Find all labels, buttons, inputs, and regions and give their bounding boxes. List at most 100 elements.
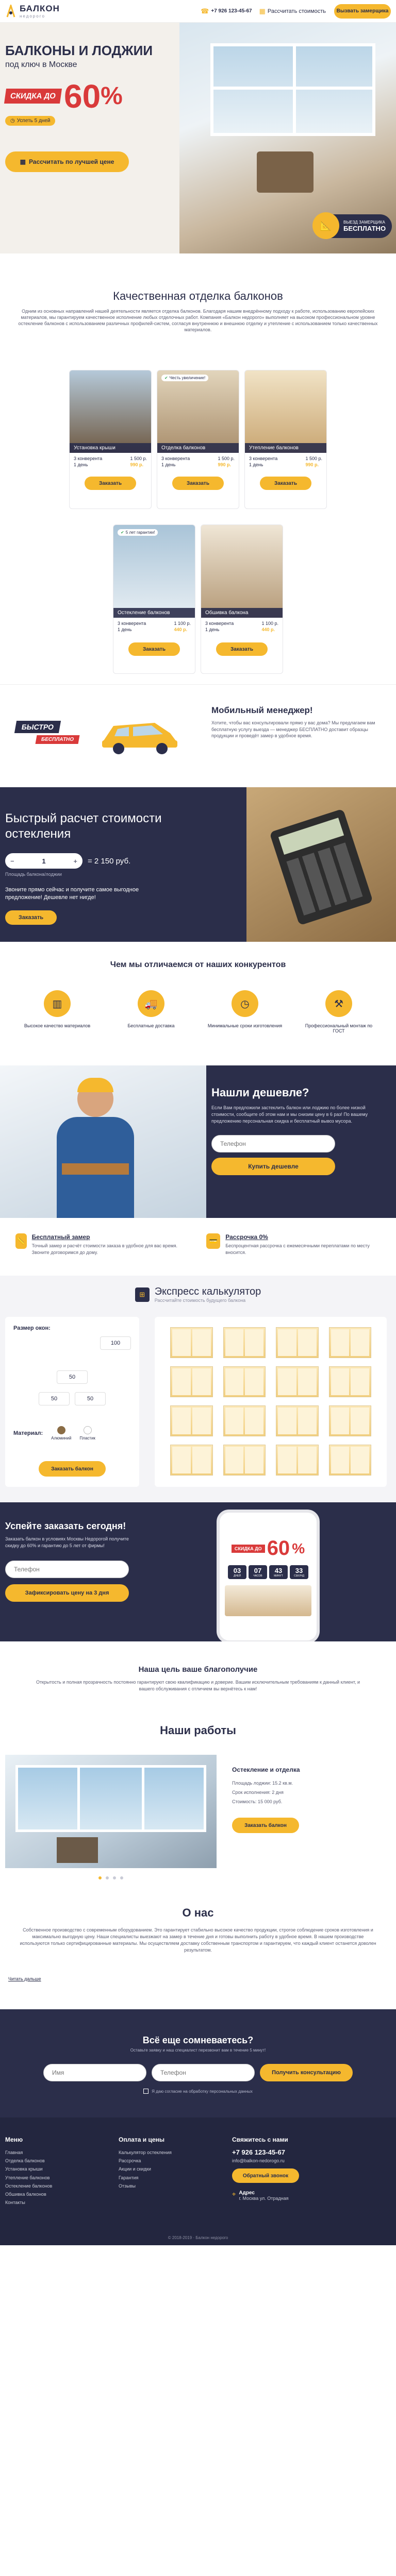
consent[interactable]: Я даю согласие на обработку персональных… xyxy=(0,2089,396,2094)
calc-price-link[interactable]: ▦ Рассчитать стоимость xyxy=(259,7,326,15)
footer-prices-link[interactable]: Гарантия xyxy=(119,2174,206,2182)
works-order-button[interactable]: Заказать балкон xyxy=(232,1818,299,1833)
footer-menu-link[interactable]: Отделка балконов xyxy=(5,2157,93,2165)
material-aluminium[interactable]: Алюминий xyxy=(51,1426,71,1440)
badge-free: БЕСПЛАТНО xyxy=(35,735,80,744)
countdown-value: 07 xyxy=(254,1567,262,1574)
gallery-dot[interactable] xyxy=(113,1876,116,1879)
window-frame-option[interactable] xyxy=(328,1405,371,1436)
diff-item-label: Минимальные сроки изготовления xyxy=(207,1023,283,1028)
height-field-1[interactable]: 50 xyxy=(57,1370,88,1384)
fix-price-button[interactable]: Зафиксировать цену на 3 дня xyxy=(5,1584,129,1602)
order-button[interactable]: Заказать xyxy=(172,477,224,490)
quick-order-button[interactable]: Заказать xyxy=(5,910,57,925)
footer-prices-link[interactable]: Калькулятор остекления xyxy=(119,2148,206,2157)
service-card: Утепление балконов 3 конверента 1 500 р. … xyxy=(244,370,327,509)
width-field-2[interactable]: 50 xyxy=(39,1392,70,1405)
window-frame-option[interactable] xyxy=(170,1327,213,1358)
gallery-dot[interactable] xyxy=(106,1876,109,1879)
footer-menu-link[interactable]: Главная xyxy=(5,2148,93,2157)
logo-icon xyxy=(6,4,15,17)
calc-order-button[interactable]: Заказать балкон xyxy=(39,1461,106,1477)
window-frame-option[interactable] xyxy=(170,1445,213,1476)
radio-icon xyxy=(83,1426,92,1434)
consult-button[interactable]: Получить консультацию xyxy=(260,2064,353,2081)
window-frame-option[interactable] xyxy=(223,1445,266,1476)
footer-menu-link[interactable]: Обшивка балконов xyxy=(5,2190,93,2198)
window-frame-option[interactable] xyxy=(328,1366,371,1397)
service-price-new: 440 р. xyxy=(261,627,275,632)
gallery-dot[interactable] xyxy=(120,1876,123,1879)
phone-input[interactable] xyxy=(5,1561,129,1579)
order-button[interactable]: Заказать xyxy=(216,642,268,656)
footer-email[interactable]: info@balkon-nedorogo.ru xyxy=(232,2158,335,2163)
logo-subtitle: недорого xyxy=(20,14,45,19)
hero-cta-button[interactable]: ▦ Рассчитать по лучшей цене xyxy=(5,151,129,172)
service-tag-text: 5 лет гарантии! xyxy=(125,530,155,535)
window-icon: ⊞ xyxy=(135,1287,150,1302)
countdown-value: 43 xyxy=(274,1567,283,1574)
service-price-new: 990 р. xyxy=(130,462,143,467)
footer-prices-link[interactable]: Отзывы xyxy=(119,2182,206,2190)
window-frame-option[interactable] xyxy=(170,1366,213,1397)
footer-menu-link[interactable]: Утепление балконов xyxy=(5,2174,93,2182)
service-photo: Обшивка балкона xyxy=(201,525,283,618)
sale-percent: % xyxy=(101,82,123,110)
window-frame-option[interactable] xyxy=(276,1366,319,1397)
window-frame-option[interactable] xyxy=(223,1366,266,1397)
plus-icon[interactable]: + xyxy=(73,857,77,865)
promo-title[interactable]: Бесплатный замер xyxy=(32,1233,186,1241)
goal-title: Наша цель ваше благополучие xyxy=(138,1665,258,1674)
window-frame-option[interactable] xyxy=(276,1405,319,1436)
footer-menu-link[interactable]: Остекление балконов xyxy=(5,2182,93,2190)
footer-prices-link[interactable]: Рассрочка xyxy=(119,2157,206,2165)
diff-item: ▥ Высокое качество материалов xyxy=(19,990,96,1033)
footer-phone[interactable]: +7 926 123-45-67 xyxy=(232,2148,335,2156)
phone-input[interactable] xyxy=(211,1135,335,1153)
order-button[interactable]: Заказать xyxy=(85,477,136,490)
quality-text: Одним из основных направлений нашей деят… xyxy=(18,309,378,333)
mock-sale-pct: 60 xyxy=(267,1537,290,1560)
window-frame-option[interactable] xyxy=(276,1327,319,1358)
works-section: Наши работы Остекление и отделка Площадь… xyxy=(0,1719,396,1894)
footer-menu-link[interactable]: Установка крыши xyxy=(5,2165,93,2173)
service-label: Остекление балконов xyxy=(113,608,195,618)
work-area: Площадь лоджии: 15.2 кв.м. xyxy=(232,1781,293,1786)
logo[interactable]: БАЛКОН недорого xyxy=(5,4,60,19)
window-frame-option[interactable] xyxy=(223,1327,266,1358)
footer-callback-button[interactable]: Обратный звонок xyxy=(232,2168,299,2183)
doubt-title: Всё еще сомневаетесь? xyxy=(142,2035,254,2045)
promo-title[interactable]: Рассрочка 0% xyxy=(225,1233,376,1241)
window-frame-option[interactable] xyxy=(328,1327,371,1358)
mobile-text: Хотите, чтобы вас консультировали прямо … xyxy=(211,720,375,739)
window-frame-option[interactable] xyxy=(328,1445,371,1476)
cheaper-button[interactable]: Купить дешевле xyxy=(211,1158,335,1176)
free-measure-badge: 📐 ВЫЕЗД ЗАМЕРЩИКА БЕСПЛАТНО xyxy=(312,212,392,239)
area-value: 1 xyxy=(42,857,46,865)
window-frame-option[interactable] xyxy=(170,1405,213,1436)
window-frame-option[interactable] xyxy=(223,1405,266,1436)
checkbox-icon[interactable] xyxy=(143,2089,149,2094)
order-button[interactable]: Заказать xyxy=(260,477,311,490)
gallery-dot[interactable] xyxy=(98,1876,102,1879)
promo-item: 📏 Бесплатный замер Точный замер и расчёт… xyxy=(15,1233,186,1276)
service-detail: 1 день xyxy=(249,462,263,467)
area-stepper[interactable]: − 1 + xyxy=(5,853,82,869)
read-more-link[interactable]: Читать дальше xyxy=(8,1976,388,1981)
width-field-1[interactable]: 100 xyxy=(100,1336,131,1350)
sale-word: СКИДКА ДО xyxy=(4,89,62,104)
material-label: Материал: xyxy=(13,1430,43,1436)
phone-input[interactable] xyxy=(152,2064,255,2081)
footer-prices-link[interactable]: Акции и скидки xyxy=(119,2165,206,2173)
material-plastic[interactable]: Пластик xyxy=(79,1426,95,1440)
order-button[interactable]: Заказать xyxy=(128,642,180,656)
footer-menu-link[interactable]: Контакты xyxy=(5,2198,93,2207)
name-input[interactable] xyxy=(43,2064,146,2081)
height-field-2[interactable]: 50 xyxy=(75,1392,106,1405)
countdown: 03 ДНЕЙ 07 ЧАСОВ 43 МИНУТ 33 СЕКУНД xyxy=(225,1565,311,1579)
window-frame-option[interactable] xyxy=(276,1445,319,1476)
callback-button[interactable]: Вызвать замерщика xyxy=(334,4,391,19)
service-photo: ✔ Честь увеличение! Отделка балконов xyxy=(157,370,239,453)
minus-icon[interactable]: − xyxy=(10,857,14,865)
header-phone[interactable]: ☎ +7 926 123-45-67 xyxy=(201,7,252,15)
